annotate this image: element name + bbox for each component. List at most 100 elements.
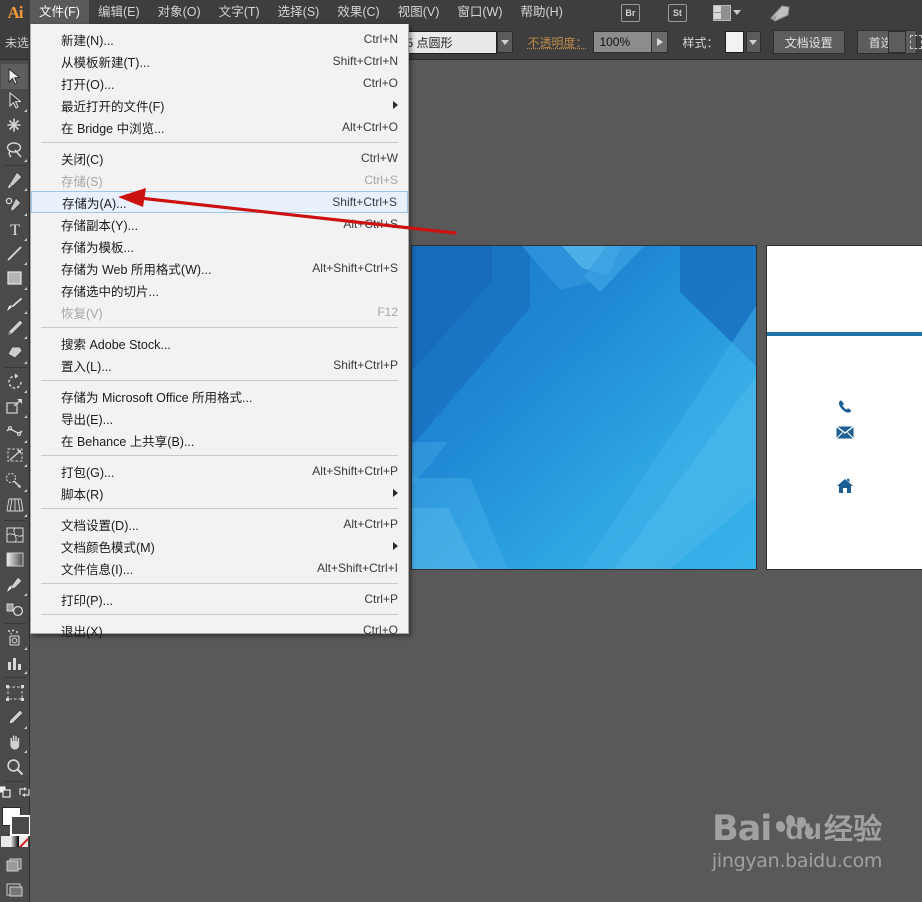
file-menu-item[interactable]: 搜索 Adobe Stock... <box>31 332 408 354</box>
eraser-tool[interactable] <box>1 340 28 365</box>
menu-separator <box>41 327 398 328</box>
menu-item-shortcut: Alt+Shift+Ctrl+I <box>299 561 398 575</box>
file-menu-item[interactable]: 存储为模板... <box>31 235 408 257</box>
none-button[interactable] <box>19 836 28 847</box>
style-swatch[interactable] <box>725 31 745 53</box>
swap-fill-stroke-icon[interactable] <box>18 785 31 803</box>
menu-file[interactable]: 文件(F) <box>30 0 89 25</box>
file-menu-item[interactable]: 最近打开的文件(F) <box>31 94 408 116</box>
file-menu-item[interactable]: 存储为(A)... Shift+Ctrl+S <box>31 191 408 213</box>
file-menu-item[interactable]: 文档设置(D)... Alt+Ctrl+P <box>31 513 408 535</box>
file-menu-item[interactable]: 导出(E)... <box>31 407 408 429</box>
file-menu-item[interactable]: 存储为 Microsoft Office 所用格式... <box>31 385 408 407</box>
file-menu-item[interactable]: 存储选中的切片... <box>31 279 408 301</box>
symbol-sprayer-tool[interactable] <box>1 626 28 651</box>
stroke-swatch[interactable] <box>10 815 31 836</box>
menu-item-label: 存储为 Web 所用格式(W)... <box>61 259 294 278</box>
arrange-documents-button[interactable] <box>706 0 748 25</box>
menu-window[interactable]: 窗口(W) <box>448 0 511 25</box>
file-menu-item[interactable]: 从模板新建(T)... Shift+Ctrl+N <box>31 50 408 72</box>
svg-text:T: T <box>10 222 20 238</box>
color-button[interactable] <box>1 836 10 847</box>
zoom-tool[interactable] <box>1 754 28 779</box>
shape-builder-tool[interactable] <box>1 468 28 493</box>
selection-tool[interactable] <box>1 64 28 89</box>
eyedropper-tool[interactable] <box>1 572 28 597</box>
blue-gradient-business-card[interactable] <box>411 245 757 570</box>
file-menu-item[interactable]: 脚本(R) <box>31 482 408 504</box>
white-business-card[interactable] <box>766 245 922 570</box>
file-menu-item[interactable]: 关闭(C) Ctrl+W <box>31 147 408 169</box>
gradient-button[interactable] <box>10 836 19 847</box>
menu-edit[interactable]: 编辑(E) <box>89 0 149 25</box>
opacity-input[interactable]: 100% <box>593 31 651 53</box>
menu-object[interactable]: 对象(O) <box>149 0 210 25</box>
home-button[interactable] <box>762 0 798 25</box>
gradient-tool[interactable] <box>1 547 28 572</box>
pencil-tool[interactable] <box>1 315 28 340</box>
scale-tool[interactable] <box>1 394 28 419</box>
rotate-tool[interactable] <box>1 370 28 395</box>
file-menu-item[interactable]: 存储副本(Y)... Alt+Ctrl+S <box>31 213 408 235</box>
blend-tool[interactable] <box>1 597 28 622</box>
free-transform-tool[interactable] <box>1 444 28 469</box>
hand-tool[interactable] <box>1 730 28 755</box>
menu-item-shortcut: Alt+Ctrl+S <box>325 217 398 231</box>
color-mode-strip[interactable] <box>1 836 28 847</box>
file-menu-item[interactable]: 打包(G)... Alt+Shift+Ctrl+P <box>31 460 408 482</box>
opacity-slider-button[interactable] <box>652 31 669 53</box>
magic-wand-tool[interactable] <box>1 113 28 138</box>
menu-select[interactable]: 选择(S) <box>269 0 329 25</box>
document-setup-button[interactable]: 文档设置 <box>773 30 845 54</box>
menu-view[interactable]: 视图(V) <box>389 0 449 25</box>
width-tool[interactable] <box>1 419 28 444</box>
st-icon: St <box>668 4 687 22</box>
opacity-label[interactable]: 不透明度： <box>527 34 587 51</box>
column-graph-tool[interactable] <box>1 651 28 676</box>
lasso-tool[interactable] <box>1 138 28 163</box>
menu-item-shortcut: Alt+Ctrl+P <box>325 517 398 531</box>
tools-panel: T <box>0 60 30 902</box>
drawing-mode-button[interactable] <box>1 853 28 878</box>
file-menu-item[interactable]: 打印(P)... Ctrl+P <box>31 588 408 610</box>
line-segment-tool[interactable] <box>1 242 28 267</box>
file-menu-item[interactable]: 在 Bridge 中浏览... Alt+Ctrl+O <box>31 116 408 138</box>
file-menu-item[interactable]: 退出(X) Ctrl+Q <box>31 619 408 641</box>
menu-effect[interactable]: 效果(C) <box>328 0 388 25</box>
perspective-grid-tool[interactable] <box>1 493 28 518</box>
menu-item-shortcut: Ctrl+S <box>346 173 398 187</box>
fill-stroke-indicator[interactable] <box>1 806 29 833</box>
menu-type[interactable]: 文字(T) <box>210 0 269 25</box>
menu-item-label: 打印(P)... <box>61 590 346 609</box>
menu-item-label: 从模板新建(T)... <box>61 52 315 71</box>
mesh-tool[interactable] <box>1 523 28 548</box>
file-menu-dropdown[interactable]: 新建(N)... Ctrl+N 从模板新建(T)... Shift+Ctrl+N 打开(… <box>30 24 409 634</box>
pen-tool[interactable] <box>1 168 28 193</box>
menu-help[interactable]: 帮助(H) <box>512 0 572 25</box>
file-menu-item[interactable]: 新建(N)... Ctrl+N <box>31 28 408 50</box>
default-fill-stroke-icon[interactable] <box>0 785 11 803</box>
file-menu-item[interactable]: 存储为 Web 所用格式(W)... Alt+Shift+Ctrl+S <box>31 257 408 279</box>
card-artwork <box>412 246 756 569</box>
paintbrush-tool[interactable] <box>1 291 28 316</box>
style-dropdown-caret[interactable] <box>746 31 760 53</box>
rectangle-tool[interactable] <box>1 266 28 291</box>
file-menu-item[interactable]: 置入(L)... Shift+Ctrl+P <box>31 354 408 376</box>
menu-separator <box>41 455 398 456</box>
artboard-tool[interactable] <box>1 680 28 705</box>
file-menu-item[interactable]: 文档颜色模式(M) <box>31 535 408 557</box>
curvature-tool[interactable] <box>1 192 28 217</box>
direct-selection-tool[interactable] <box>1 89 28 114</box>
menu-item-label: 打开(O)... <box>61 74 345 93</box>
slice-tool[interactable] <box>1 705 28 730</box>
file-menu-item[interactable]: 打开(O)... Ctrl+O <box>31 72 408 94</box>
options-bar-overflow[interactable] <box>888 28 922 56</box>
bridge-button[interactable]: Br <box>614 0 647 25</box>
type-tool[interactable]: T <box>1 217 28 242</box>
envelope-icon <box>767 426 922 439</box>
screen-mode-button[interactable] <box>1 877 28 902</box>
stroke-profile-caret[interactable] <box>497 31 513 53</box>
file-menu-item[interactable]: 文件信息(I)... Alt+Shift+Ctrl+I <box>31 557 408 579</box>
stock-button[interactable]: St <box>661 0 694 25</box>
file-menu-item[interactable]: 在 Behance 上共享(B)... <box>31 429 408 451</box>
